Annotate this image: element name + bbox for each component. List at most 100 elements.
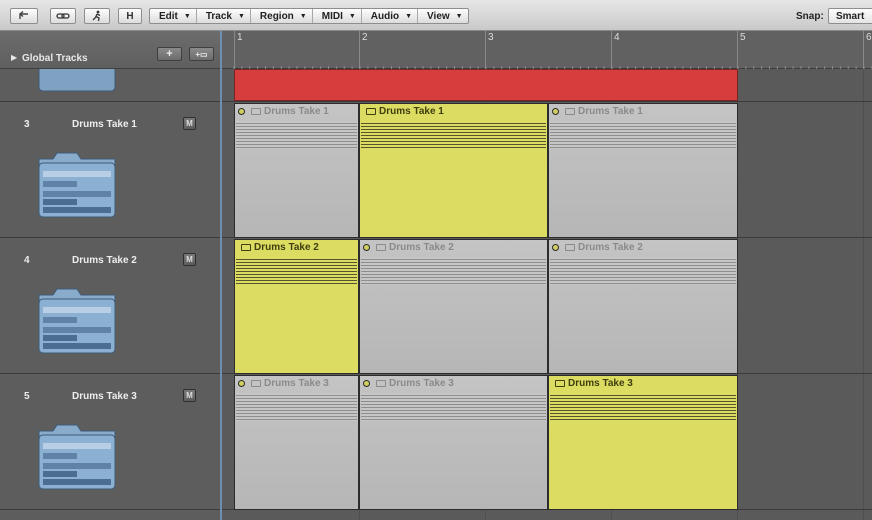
track-header-4[interactable]: 4 Drums Take 2 M	[0, 238, 220, 374]
bar-number: 5	[740, 32, 746, 43]
chevron-down-icon: ▼	[299, 12, 307, 20]
take-region-active[interactable]: Drums Take 1	[359, 103, 548, 238]
folder-icon	[37, 69, 117, 93]
menu-view-label: View	[427, 10, 450, 22]
take-region[interactable]: Drums Take 2	[359, 239, 548, 374]
take-region-active[interactable]: Drums Take 3	[548, 375, 738, 510]
region-name-wrap: Drums Take 1	[251, 106, 329, 117]
menu-edit-label: Edit	[159, 10, 178, 22]
add-multiple-tracks-button[interactable]: +▭	[189, 47, 214, 61]
row-divider	[222, 101, 872, 102]
snap-label: Snap:	[796, 11, 824, 22]
snap-select[interactable]: Smart	[828, 8, 872, 24]
back-button[interactable]	[10, 8, 38, 24]
region-name-wrap: Drums Take 1	[366, 106, 444, 117]
region-name: Drums Take 2	[578, 242, 643, 253]
menu-view[interactable]: View ▼	[418, 9, 468, 23]
track-number: 5	[24, 391, 30, 402]
midi-data	[236, 121, 357, 149]
menu-audio[interactable]: Audio ▼	[362, 9, 419, 23]
folder-icon	[376, 380, 386, 387]
track-list: ▶ Global Tracks + +▭ 3 Drums Take 1 M 4 …	[0, 31, 222, 520]
midi-data	[550, 393, 736, 421]
track-header-5[interactable]: 5 Drums Take 3 M	[0, 374, 220, 510]
take-indicator-icon	[238, 108, 245, 115]
add-multiple-tracks-label: +▭	[195, 49, 208, 59]
track-name: Drums Take 1	[72, 119, 137, 130]
track-name: Drums Take 3	[72, 391, 137, 402]
take-region-active[interactable]: Drums Take 2	[234, 239, 359, 374]
folder-icon	[565, 244, 575, 251]
region-name-wrap: Drums Take 2	[565, 242, 643, 253]
folder-stack-icon	[37, 151, 117, 219]
region-name-wrap: Drums Take 3	[555, 378, 633, 389]
midi-data	[550, 121, 736, 149]
menu-track[interactable]: Track ▼	[197, 9, 251, 23]
folder-icon	[241, 244, 251, 251]
folder-icon	[251, 380, 261, 387]
menu-bar: Edit ▼ Track ▼ Region ▼ MIDI ▼ Audio ▼ View ▼	[149, 8, 469, 24]
region-name-wrap: Drums Take 3	[251, 378, 329, 389]
menu-edit[interactable]: Edit ▼	[150, 9, 197, 23]
bar-number: 1	[237, 32, 243, 43]
folder-icon	[376, 244, 386, 251]
folder-stack-icon	[37, 423, 117, 491]
chevron-down-icon: ▼	[348, 12, 356, 20]
take-region[interactable]: Drums Take 3	[359, 375, 548, 510]
region-name: Drums Take 3	[568, 378, 633, 389]
folder-stack-icon	[37, 287, 117, 355]
catch-button[interactable]	[84, 8, 110, 24]
region-name-wrap: Drums Take 3	[376, 378, 454, 389]
grid-line	[863, 69, 864, 520]
take-region[interactable]: Drums Take 1	[234, 103, 359, 238]
arrange-toolbar: H Edit ▼ Track ▼ Region ▼ MIDI ▼ Audio ▼ View…	[0, 0, 872, 31]
region-name-wrap: Drums Take 2	[376, 242, 454, 253]
running-man-icon	[92, 10, 101, 22]
global-tracks-label: Global Tracks	[22, 53, 88, 64]
add-track-button[interactable]: +	[157, 47, 182, 61]
track-number: 3	[24, 119, 30, 130]
track-name: Drums Take 2	[72, 255, 137, 266]
take-indicator-icon	[552, 244, 559, 251]
take-indicator-icon	[238, 380, 245, 387]
folder-icon	[251, 108, 261, 115]
hide-button[interactable]: H	[118, 8, 142, 24]
track-header-folder[interactable]	[0, 69, 220, 102]
arrange-area[interactable]: 1 2 3 4 5 6 Drums Take 1 Drums Take 1 Dr…	[222, 31, 872, 520]
folder-region[interactable]	[234, 69, 738, 101]
midi-data	[361, 257, 546, 285]
chevron-down-icon: ▼	[237, 12, 245, 20]
bar-ruler[interactable]: 1 2 3 4 5 6	[222, 31, 872, 69]
midi-data	[236, 257, 357, 285]
mute-button[interactable]: M	[183, 389, 196, 402]
take-region[interactable]: Drums Take 2	[548, 239, 738, 374]
take-region[interactable]: Drums Take 3	[234, 375, 359, 510]
link-icon	[56, 13, 70, 19]
region-name: Drums Take 2	[254, 242, 319, 253]
region-name: Drums Take 3	[264, 378, 329, 389]
region-name: Drums Take 2	[389, 242, 454, 253]
midi-data	[550, 257, 736, 285]
bar-number: 2	[362, 32, 368, 43]
region-name-wrap: Drums Take 2	[241, 242, 319, 253]
track-header-3[interactable]: 3 Drums Take 1 M	[0, 102, 220, 238]
track-number: 4	[24, 255, 30, 266]
menu-audio-label: Audio	[370, 10, 400, 22]
region-name-wrap: Drums Take 1	[565, 106, 643, 117]
mute-button[interactable]: M	[183, 253, 196, 266]
midi-data	[361, 121, 546, 149]
chevron-down-icon: ▼	[455, 12, 463, 20]
menu-region-label: Region	[259, 10, 294, 22]
midi-data	[361, 393, 546, 421]
mute-button[interactable]: M	[183, 117, 196, 130]
link-button[interactable]	[50, 8, 76, 24]
bar-number: 6	[866, 32, 872, 43]
region-name: Drums Take 1	[379, 106, 444, 117]
midi-data	[236, 393, 357, 421]
menu-midi-label: MIDI	[321, 10, 343, 22]
menu-midi[interactable]: MIDI ▼	[313, 9, 362, 23]
take-region[interactable]: Drums Take 1	[548, 103, 738, 238]
global-tracks-header[interactable]: ▶ Global Tracks + +▭	[0, 31, 220, 69]
bar-number: 3	[488, 32, 494, 43]
menu-region[interactable]: Region ▼	[251, 9, 313, 23]
